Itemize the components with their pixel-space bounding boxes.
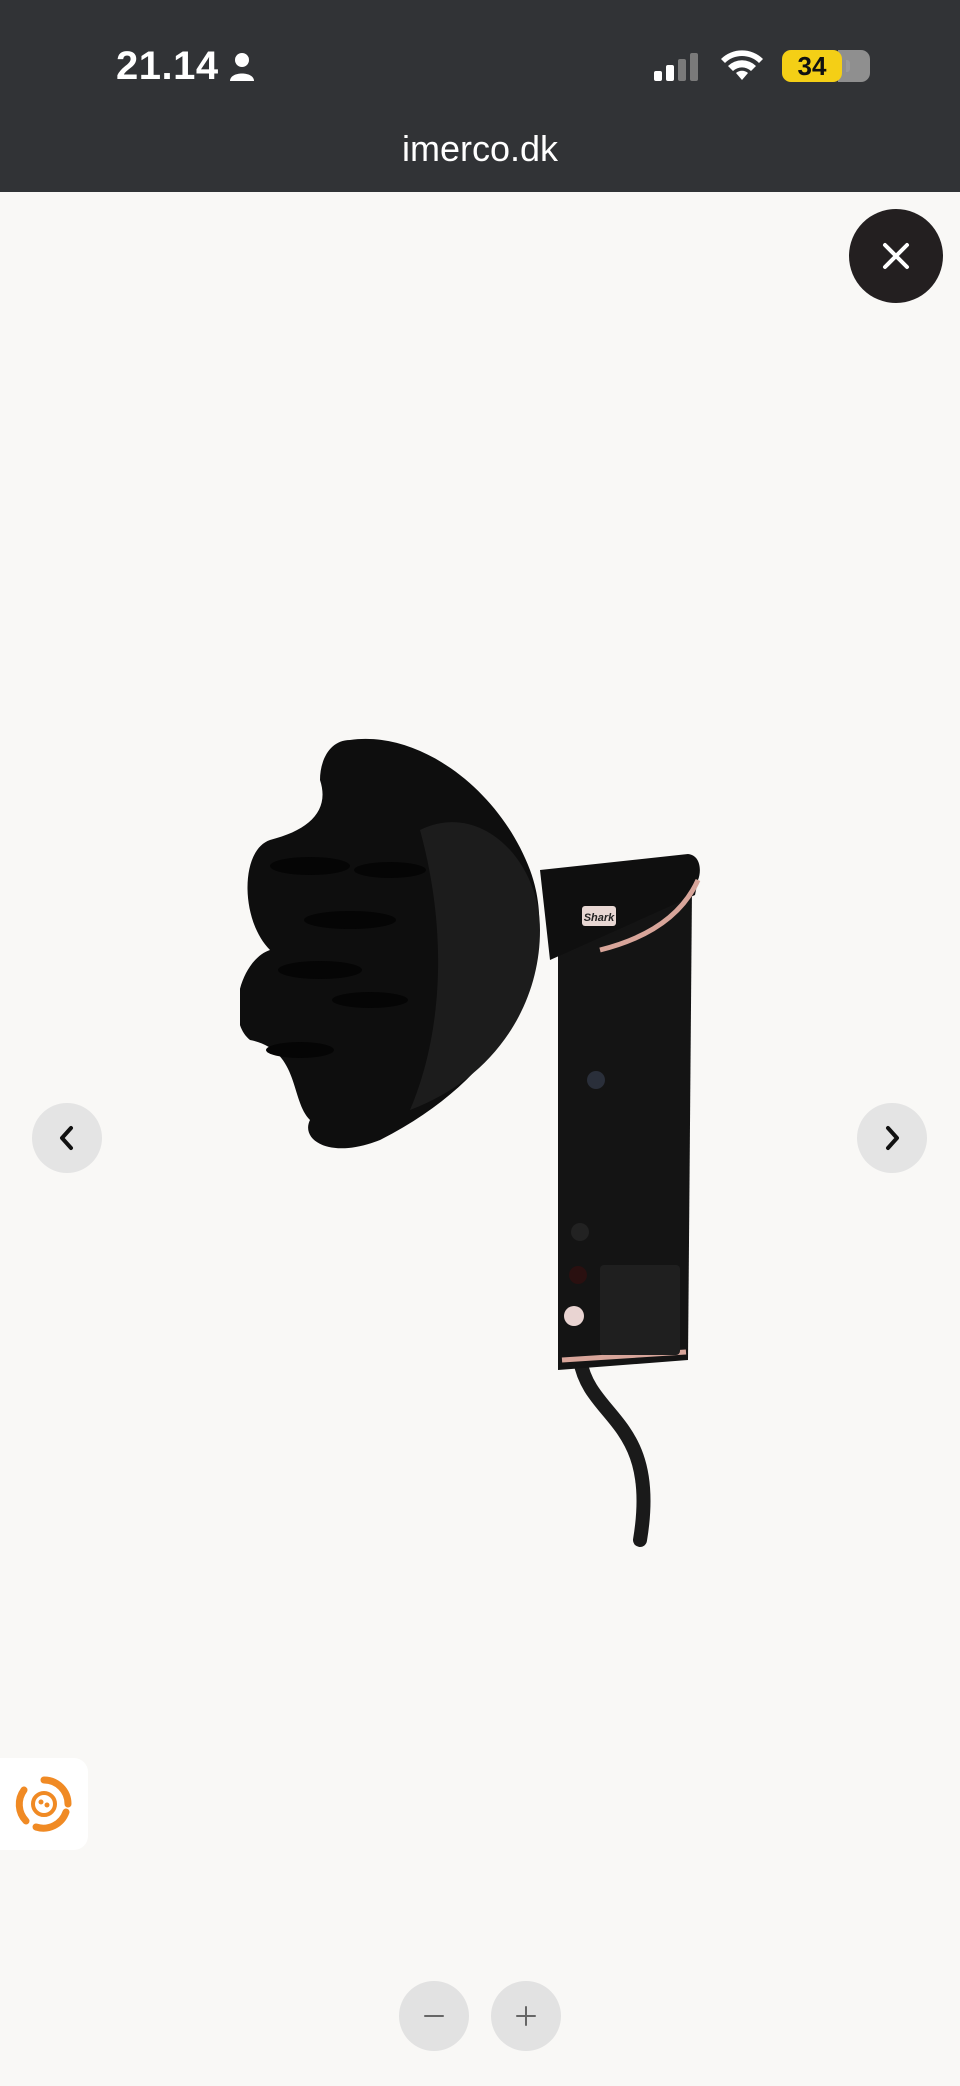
- close-icon: [883, 243, 909, 269]
- status-time: 21.14: [116, 44, 255, 89]
- wifi-icon: [721, 50, 763, 80]
- battery-remainder: [838, 50, 870, 82]
- brand-label: Shark: [584, 912, 615, 924]
- time-text: 21.14: [116, 44, 219, 88]
- person-icon: [229, 52, 254, 81]
- minus-icon: [424, 2015, 444, 2017]
- zoom-in-button[interactable]: [491, 1981, 561, 2051]
- next-image-button[interactable]: [857, 1103, 927, 1173]
- close-button[interactable]: [849, 209, 943, 303]
- recycle-widget[interactable]: [0, 1758, 88, 1850]
- chevron-left-icon: [60, 1126, 73, 1150]
- address-bar-url[interactable]: imerco.dk: [0, 128, 960, 170]
- status-icons: 34: [654, 50, 870, 82]
- previous-image-button[interactable]: [32, 1103, 102, 1173]
- plus-icon: [516, 2006, 536, 2026]
- status-bar: 21.14 34 imerco.dk: [0, 0, 960, 192]
- chevron-right-icon: [886, 1126, 899, 1150]
- zoom-out-button[interactable]: [399, 1981, 469, 2051]
- battery-icon: 34: [782, 50, 870, 82]
- hair-dryer-image: Shark: [237, 738, 701, 1547]
- signal-icon: [654, 53, 698, 81]
- product-image: Shark: [237, 720, 720, 1550]
- recycle-widget-icon: [15, 1776, 72, 1832]
- battery-level: 34: [782, 50, 850, 82]
